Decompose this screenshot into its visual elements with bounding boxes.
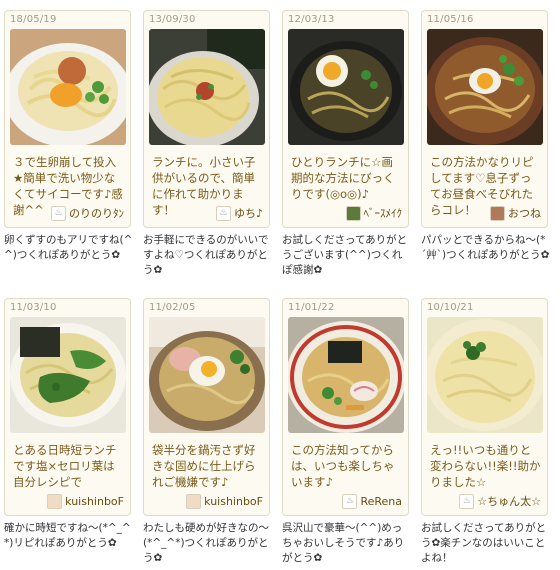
report-card[interactable]: 11/01/22 この方法知ってからは、いつも楽しちゃいます♪ ♨ ReRena	[282, 298, 409, 516]
report-card[interactable]: 11/03/10 とある日時短ランチです塩×セロリ葉は自分レシピで kuishi…	[4, 298, 131, 516]
user-avatar-icon	[345, 205, 361, 221]
report-text: えっ!!いつも通りと変わらない!!楽!!助かりました☆	[430, 443, 541, 489]
author-reply: パパッとできるからね〜(*´艸`)つくれぽありがとう✿	[421, 234, 550, 261]
report-card[interactable]: 18/05/19 ３で生卵崩して投入★簡単で洗い物少なくてサイコーです♪感謝^^…	[4, 10, 131, 228]
report-user[interactable]: ﾍﾞｰｽﾒｲｸ	[345, 204, 403, 222]
report-photo[interactable]	[427, 29, 543, 145]
report-photo[interactable]	[427, 317, 543, 433]
report-user[interactable]: おつね	[490, 204, 541, 222]
user-avatar-icon	[186, 493, 202, 509]
tsukurepo-grid: 18/05/19 ３で生卵崩して投入★簡単で洗い物少なくてサイコーです♪感謝^^…	[0, 0, 560, 570]
report-user[interactable]: kuishinboF	[186, 492, 263, 510]
user-avatar-icon	[490, 205, 505, 221]
report-photo[interactable]	[10, 29, 126, 145]
report-date: 10/10/21	[427, 302, 474, 313]
chef-hat-icon: ♨	[342, 493, 358, 509]
user-name[interactable]: おつね	[508, 205, 541, 221]
author-reply: わたしも硬めが好きなの〜(*^_^*)つくれぽありがとう✿	[143, 522, 269, 564]
chef-hat-icon: ♨	[215, 205, 231, 221]
user-name[interactable]: ☆ちゅん太☆	[477, 493, 541, 509]
report-text: とある日時短ランチです塩×セロリ葉は自分レシピで	[13, 443, 117, 489]
report-date: 11/05/16	[427, 14, 474, 25]
report-card[interactable]: 10/10/21 えっ!!いつも通りと変わらない!!楽!!助かりました☆ ♨ ☆…	[421, 298, 548, 516]
chef-hat-icon: ♨	[51, 205, 66, 221]
report-card[interactable]: 12/03/13 ひとりランチに☆画期的な方法にびっくりです(◎o◎)♪ ﾍﾞｰ…	[282, 10, 409, 228]
user-name[interactable]: ReRena	[360, 495, 402, 508]
author-reply: お試しくださってありがとうございます(^^)つくれぽ感謝✿	[282, 234, 408, 276]
author-reply: お手軽にできるのがいいですよね♡つくれぽありがとう✿	[143, 234, 269, 276]
author-reply: 確かに時短ですね〜(*^_^*)リピれぽありがとう✿	[4, 522, 131, 549]
user-avatar-icon	[47, 493, 63, 509]
report-date: 12/03/13	[288, 14, 335, 25]
report-date: 11/01/22	[288, 302, 335, 313]
report-user[interactable]: ♨ ゆち♪	[215, 204, 263, 222]
user-name[interactable]: ﾍﾞｰｽﾒｲｸ	[364, 205, 403, 221]
report-photo[interactable]	[288, 29, 404, 145]
report-user[interactable]: kuishinboF	[47, 492, 124, 510]
user-name[interactable]: のりのりﾀﾝ	[69, 205, 124, 221]
report-date: 11/03/10	[10, 302, 57, 313]
user-name[interactable]: ゆち♪	[234, 205, 263, 221]
user-name[interactable]: kuishinboF	[204, 495, 263, 508]
report-text: 袋半分を鍋汚さず好きな固めに仕上げられご機嫌です♪	[152, 443, 256, 489]
author-reply: 卵くずすのもアリですね(^^)つくれぽありがとう✿	[4, 234, 133, 261]
report-user[interactable]: ♨ のりのりﾀﾝ	[51, 204, 124, 222]
report-user[interactable]: ♨ ReRena	[342, 492, 402, 510]
report-text: この方法知ってからは、いつも楽しちゃいます♪	[291, 443, 395, 489]
report-date: 11/02/05	[149, 302, 196, 313]
report-photo[interactable]	[149, 317, 265, 433]
report-date: 18/05/19	[10, 14, 57, 25]
chef-hat-icon: ♨	[459, 493, 475, 509]
report-card[interactable]: 11/02/05 袋半分を鍋汚さず好きな固めに仕上げられご機嫌です♪ kuish…	[143, 298, 270, 516]
report-card[interactable]: 13/09/30 ランチに。小さい子供がいるので、簡単に作れて助かります！ ♨ …	[143, 10, 270, 228]
report-user[interactable]: ♨ ☆ちゅん太☆	[459, 492, 541, 510]
report-photo[interactable]	[149, 29, 265, 145]
report-text: ひとりランチに☆画期的な方法にびっくりです(◎o◎)♪	[291, 155, 395, 201]
report-date: 13/09/30	[149, 14, 196, 25]
report-card[interactable]: 11/05/16 この方法かなりリピしてます♡息子ずってお昼食べそびれたらコレ！…	[421, 10, 548, 228]
user-name[interactable]: kuishinboF	[65, 495, 124, 508]
report-photo[interactable]	[288, 317, 404, 433]
author-reply: 呉沢山で豪華〜(^^)めっちゃおいしそうです♪ありがとう✿	[282, 522, 405, 564]
report-photo[interactable]	[10, 317, 126, 433]
author-reply: お試しくださってありがとう✿楽チンなのはいいことよね！	[421, 522, 547, 564]
